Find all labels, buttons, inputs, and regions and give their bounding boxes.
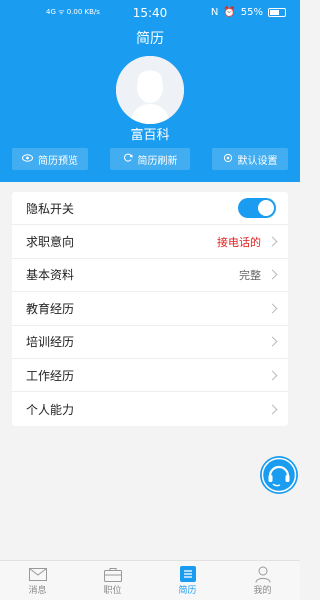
row-label: 培训经历 [26, 335, 75, 350]
row-label: 教育经历 [26, 301, 75, 316]
settings-icon [223, 153, 233, 166]
row-value: 完整 [239, 268, 261, 282]
header-actions: 简历预览 简历刷新 默认设置 [12, 148, 288, 170]
tab-messages[interactable]: 消息 [0, 561, 75, 600]
status-bar: 4G ᯤ 0.00 KB/s 15:40 N ⏰ 55% [0, 0, 300, 26]
job-intention-row[interactable]: 求职意向 接电话的 [12, 225, 288, 259]
tab-jobs[interactable]: 职位 [75, 561, 150, 600]
row-label: 求职意向 [26, 235, 75, 250]
alarm-icon: ⏰ [223, 7, 236, 18]
personal-ability-row[interactable]: 个人能力 [12, 392, 288, 425]
row-label: 工作经历 [26, 368, 75, 383]
chevron-right-icon [267, 303, 278, 314]
headset-icon [260, 456, 298, 494]
tab-label: 简历 [178, 586, 197, 596]
chevron-right-icon [267, 370, 278, 381]
chevron-right-icon [267, 270, 278, 280]
resume-sections-card: 隐私开关 求职意向 接电话的 基本资料 完整 教育经历 培训经历 工作经历 个人… [12, 192, 288, 426]
mail-icon [28, 565, 48, 583]
bottom-tab-bar: 消息 职位 简历 我的 [0, 560, 300, 600]
work-experience-row[interactable]: 工作经历 [12, 359, 288, 393]
tab-profile[interactable]: 我的 [225, 561, 300, 600]
chevron-right-icon [267, 236, 278, 247]
default-settings-button[interactable]: 默认设置 [212, 148, 288, 170]
privacy-toggle[interactable] [238, 198, 276, 219]
row-value: 接电话的 [217, 235, 261, 249]
customer-service-button[interactable] [258, 454, 300, 496]
default-settings-label: 默认设置 [237, 155, 278, 167]
tab-label: 消息 [28, 586, 47, 596]
row-label: 隐私开关 [26, 201, 75, 216]
page-title: 简历 [136, 31, 164, 47]
user-icon [253, 565, 273, 583]
chevron-right-icon [267, 404, 278, 414]
briefcase-icon [103, 565, 123, 583]
resume-preview-label: 简历预览 [38, 155, 78, 167]
tab-resume[interactable]: 简历 [150, 561, 225, 600]
avatar[interactable] [116, 56, 184, 124]
resume-refresh-label: 简历刷新 [137, 155, 178, 167]
basic-info-row[interactable]: 基本资料 完整 [12, 259, 288, 293]
battery-icon [268, 8, 286, 17]
profile-header: 4G ᯤ 0.00 KB/s 15:40 N ⏰ 55% 简历 富百科 简历预览 [0, 0, 300, 182]
resume-preview-button[interactable]: 简历预览 [12, 148, 88, 170]
row-label: 个人能力 [26, 402, 75, 417]
default-avatar-icon [116, 56, 184, 124]
username: 富百科 [130, 128, 170, 143]
resume-icon [178, 565, 198, 583]
row-label: 基本资料 [26, 268, 75, 283]
resume-refresh-button[interactable]: 简历刷新 [110, 148, 190, 170]
nfc-icon: N [210, 7, 219, 18]
chevron-right-icon [267, 336, 278, 347]
status-right: N ⏰ 55% [211, 7, 286, 18]
education-row[interactable]: 教育经历 [12, 292, 288, 326]
training-row[interactable]: 培训经历 [12, 326, 288, 359]
tab-label: 职位 [103, 586, 122, 596]
privacy-switch-row: 隐私开关 [12, 192, 288, 226]
eye-icon [22, 153, 33, 165]
tab-label: 我的 [253, 586, 272, 596]
refresh-icon [123, 153, 133, 166]
battery-percent: 55% [240, 7, 263, 18]
